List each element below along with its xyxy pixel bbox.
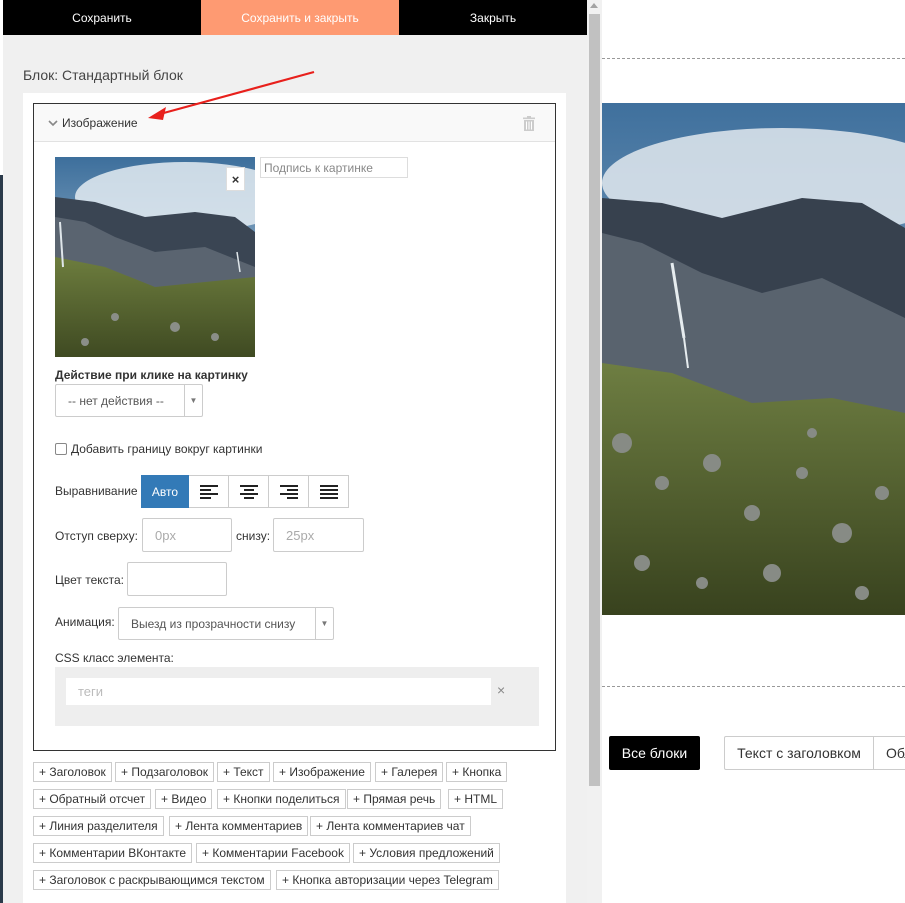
add-facebook-comments-button[interactable]: + Комментарии Facebook [196, 843, 350, 863]
add-image-button[interactable]: + Изображение [273, 762, 371, 782]
animation-label: Анимация: [55, 615, 115, 629]
partial-tab[interactable]: Обл [873, 736, 905, 770]
add-expandable-heading-button[interactable]: + Заголовок с раскрывающимся текстом [33, 870, 271, 890]
block-title: Блок: Стандартный блок [23, 67, 183, 83]
click-action-label: Действие при клике на картинку [55, 368, 248, 382]
add-offer-terms-button[interactable]: + Условия предложений [353, 843, 500, 863]
align-left-button[interactable] [189, 475, 229, 508]
scroll-thumb[interactable] [589, 14, 600, 786]
block-content-area: Изображение × Подпись к картинке Действи… [23, 93, 566, 903]
text-color-label: Цвет текста: [55, 573, 125, 587]
add-comments-chat-button[interactable]: + Лента комментариев чат [310, 816, 471, 836]
add-share-buttons-button[interactable]: + Кнопки поделиться [217, 789, 346, 809]
css-class-label: CSS класс элемента: [55, 651, 174, 665]
image-card-title: Изображение [62, 115, 138, 130]
add-video-button[interactable]: + Видео [155, 789, 213, 809]
align-left-icon [199, 484, 218, 499]
add-gallery-button[interactable]: + Галерея [375, 762, 444, 782]
align-justify-button[interactable] [309, 475, 349, 508]
chevron-down-icon[interactable] [48, 118, 58, 128]
align-justify-icon [319, 484, 338, 499]
add-heading-button[interactable]: + Заголовок [33, 762, 112, 782]
save-button[interactable]: Сохранить [3, 0, 201, 35]
add-html-button[interactable]: + HTML [448, 789, 504, 809]
margin-bottom-label: снизу: [236, 529, 271, 543]
tags-input[interactable]: теги [66, 678, 491, 705]
click-action-value: -- нет действия -- [68, 393, 164, 408]
clear-tags-icon[interactable]: × [497, 682, 505, 698]
add-vk-comments-button[interactable]: + Комментарии ВКонтакте [33, 843, 193, 863]
all-blocks-button[interactable]: Все блоки [609, 736, 700, 770]
caret-down-icon: ▼ [184, 385, 202, 416]
editor-panel: Сохранить Сохранить и закрыть Закрыть Бл… [3, 0, 587, 903]
border-checkbox[interactable] [55, 443, 67, 455]
align-auto-button[interactable]: Авто [141, 475, 189, 508]
editor-scrollbar[interactable] [587, 0, 602, 903]
remove-image-button[interactable]: × [226, 167, 245, 191]
margin-bottom-input[interactable]: 25px [273, 518, 364, 552]
page-preview: Все блоки Текст с заголовком Обл [602, 0, 905, 903]
align-right-button[interactable] [269, 475, 309, 508]
add-telegram-auth-button[interactable]: + Кнопка авторизации через Telegram [276, 870, 499, 890]
add-button-button[interactable]: + Кнопка [446, 762, 508, 782]
scroll-up-arrow-icon[interactable] [590, 3, 598, 8]
block-divider-top [602, 58, 905, 59]
css-class-tags-box: теги × [55, 667, 539, 726]
block-divider-bottom [602, 686, 905, 687]
align-center-button[interactable] [229, 475, 269, 508]
margin-top-label: Отступ сверху: [55, 529, 138, 543]
align-label: Выравнивание [55, 484, 138, 498]
image-card-header[interactable]: Изображение [34, 104, 555, 142]
image-thumbnail [55, 157, 255, 357]
border-checkbox-row[interactable]: Добавить границу вокруг картинки [55, 442, 262, 456]
animation-select[interactable]: Выезд из прозрачности снизу ▼ [118, 607, 334, 640]
save-and-close-button[interactable]: Сохранить и закрыть [201, 0, 399, 35]
add-countdown-button[interactable]: + Обратный отсчет [33, 789, 152, 809]
preview-image [602, 103, 905, 615]
add-quote-button[interactable]: + Прямая речь [347, 789, 442, 809]
add-subheading-button[interactable]: + Подзаголовок [115, 762, 215, 782]
align-button-group: Авто [141, 475, 349, 508]
animation-value: Выезд из прозрачности снизу [131, 616, 296, 631]
align-right-icon [279, 484, 298, 499]
add-divider-button[interactable]: + Линия разделителя [33, 816, 164, 836]
text-color-input[interactable] [127, 562, 227, 596]
align-center-icon [239, 484, 258, 499]
margin-top-input[interactable]: 0px [142, 518, 232, 552]
click-action-select[interactable]: -- нет действия -- ▼ [55, 384, 203, 417]
border-checkbox-label: Добавить границу вокруг картинки [71, 442, 263, 456]
trash-icon[interactable] [523, 116, 535, 131]
add-text-button[interactable]: + Текст [217, 762, 270, 782]
text-with-heading-tab[interactable]: Текст с заголовком [724, 736, 874, 770]
close-button[interactable]: Закрыть [399, 0, 587, 35]
add-comments-feed-button[interactable]: + Лента комментариев [169, 816, 309, 836]
image-caption-input[interactable] [260, 157, 408, 178]
image-element-card: Изображение × Подпись к картинке Действи… [33, 103, 556, 751]
editor-toolbar: Сохранить Сохранить и закрыть Закрыть [3, 0, 587, 35]
caret-down-icon: ▼ [315, 608, 333, 639]
